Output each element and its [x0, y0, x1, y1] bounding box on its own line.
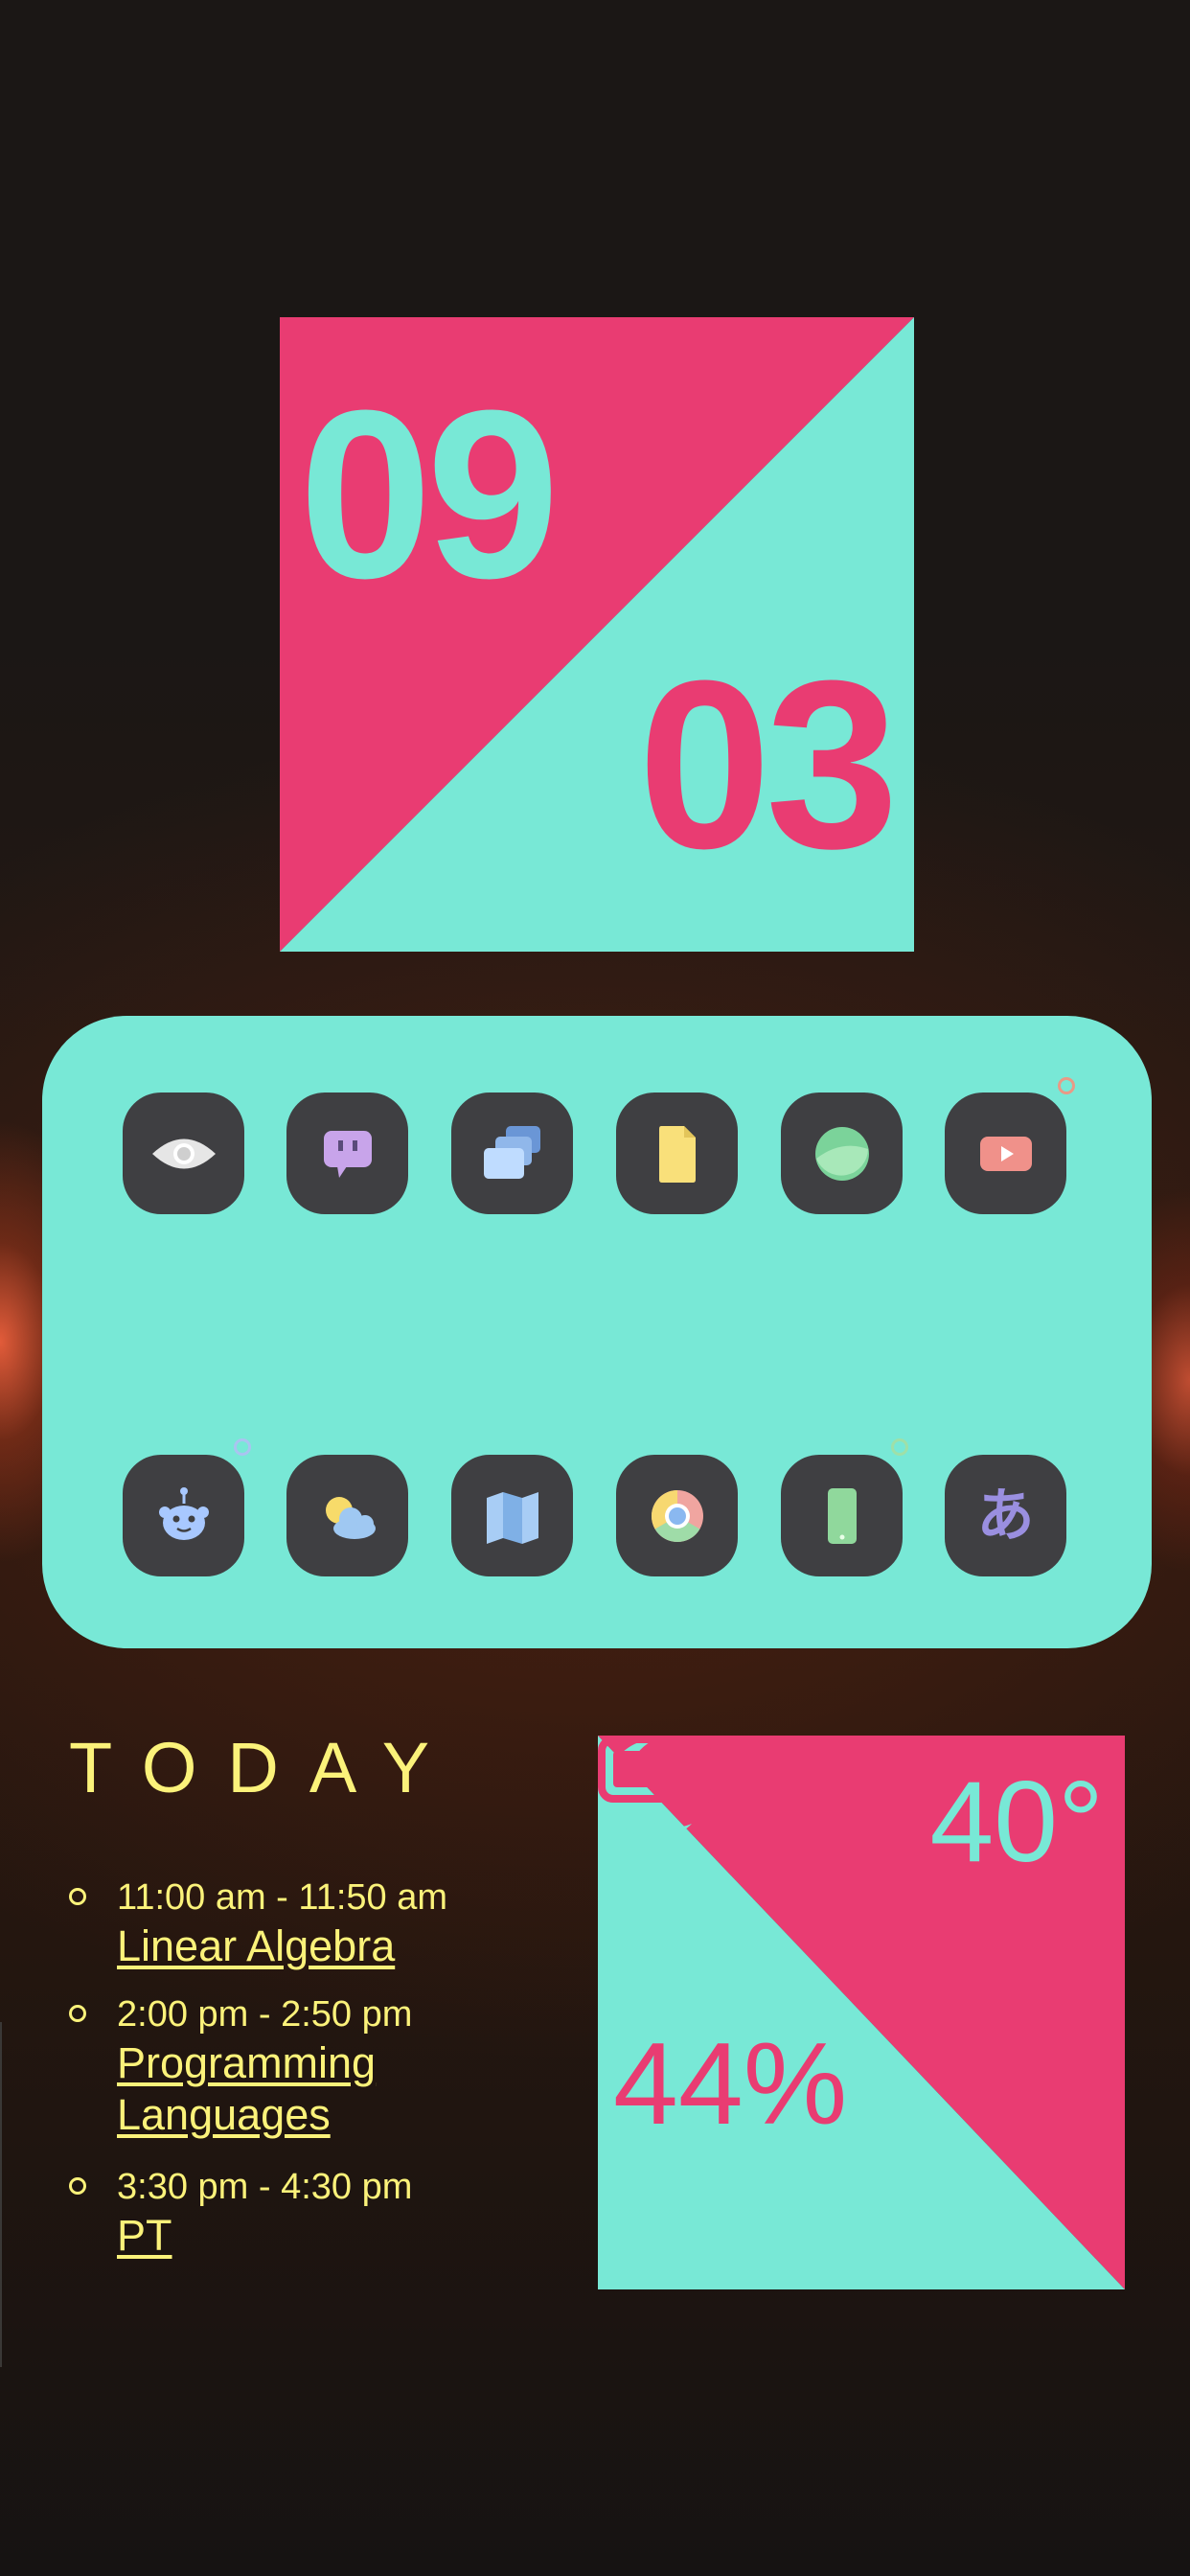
reddit-icon [158, 1486, 209, 1540]
weather-icon [325, 1496, 376, 1539]
event-bullet [69, 2005, 86, 2022]
app-eye[interactable] [123, 1092, 244, 1214]
chrome-icon [651, 1489, 703, 1542]
app-chat[interactable] [286, 1092, 408, 1214]
youtube-notification-dot [1058, 1077, 1075, 1094]
weather-battery-widget[interactable]: 40° 44% [598, 1736, 1125, 2289]
app-cards[interactable] [451, 1092, 573, 1214]
today-heading: TODAY [69, 1728, 461, 1807]
app-reddit[interactable] [123, 1455, 244, 1576]
reddit-notification-dot [234, 1438, 251, 1456]
app-weather[interactable] [286, 1455, 408, 1576]
event-time: 11:00 am - 11:50 am [117, 1877, 448, 1918]
event-bullet [69, 1888, 86, 1905]
cards-icon [483, 1125, 540, 1179]
day-number: 09 [299, 360, 560, 628]
event-title-link[interactable]: Programming Languages [117, 2037, 538, 2141]
event-time: 2:00 pm - 2:50 pm [117, 1994, 413, 2035]
battery-icon [598, 1736, 728, 1803]
sphere-icon [814, 1126, 869, 1181]
month-number: 03 [637, 631, 899, 898]
temperature: 40° [929, 1758, 1104, 1886]
eye-icon [151, 1138, 216, 1168]
app-japanese[interactable]: あ [945, 1455, 1066, 1576]
app-map[interactable] [451, 1455, 573, 1576]
event-time: 3:30 pm - 4:30 pm [117, 2167, 413, 2207]
app-youtube[interactable] [945, 1092, 1066, 1214]
date-widget[interactable]: 09 03 [280, 317, 914, 952]
app-dock: あ [42, 1016, 1152, 1648]
app-chrome[interactable] [616, 1455, 738, 1576]
phone-icon [827, 1487, 857, 1544]
japanese-icon: あ [976, 1482, 1035, 1550]
app-sphere[interactable] [781, 1092, 903, 1214]
edge-divider [0, 2022, 2, 2367]
youtube-icon [979, 1136, 1032, 1171]
app-phone[interactable] [781, 1455, 903, 1576]
chat-icon [323, 1130, 372, 1178]
event-title-link[interactable]: PT [117, 2210, 538, 2262]
battery-level-fill [613, 1751, 652, 1787]
map-icon [486, 1491, 538, 1544]
event-bullet [69, 2177, 86, 2195]
event-title-link[interactable]: Linear Algebra [117, 1920, 538, 1972]
phone-notification-dot [891, 1438, 908, 1456]
battery-percentage: 44% [613, 2018, 848, 2149]
file-icon [658, 1125, 696, 1183]
app-file[interactable] [616, 1092, 738, 1214]
